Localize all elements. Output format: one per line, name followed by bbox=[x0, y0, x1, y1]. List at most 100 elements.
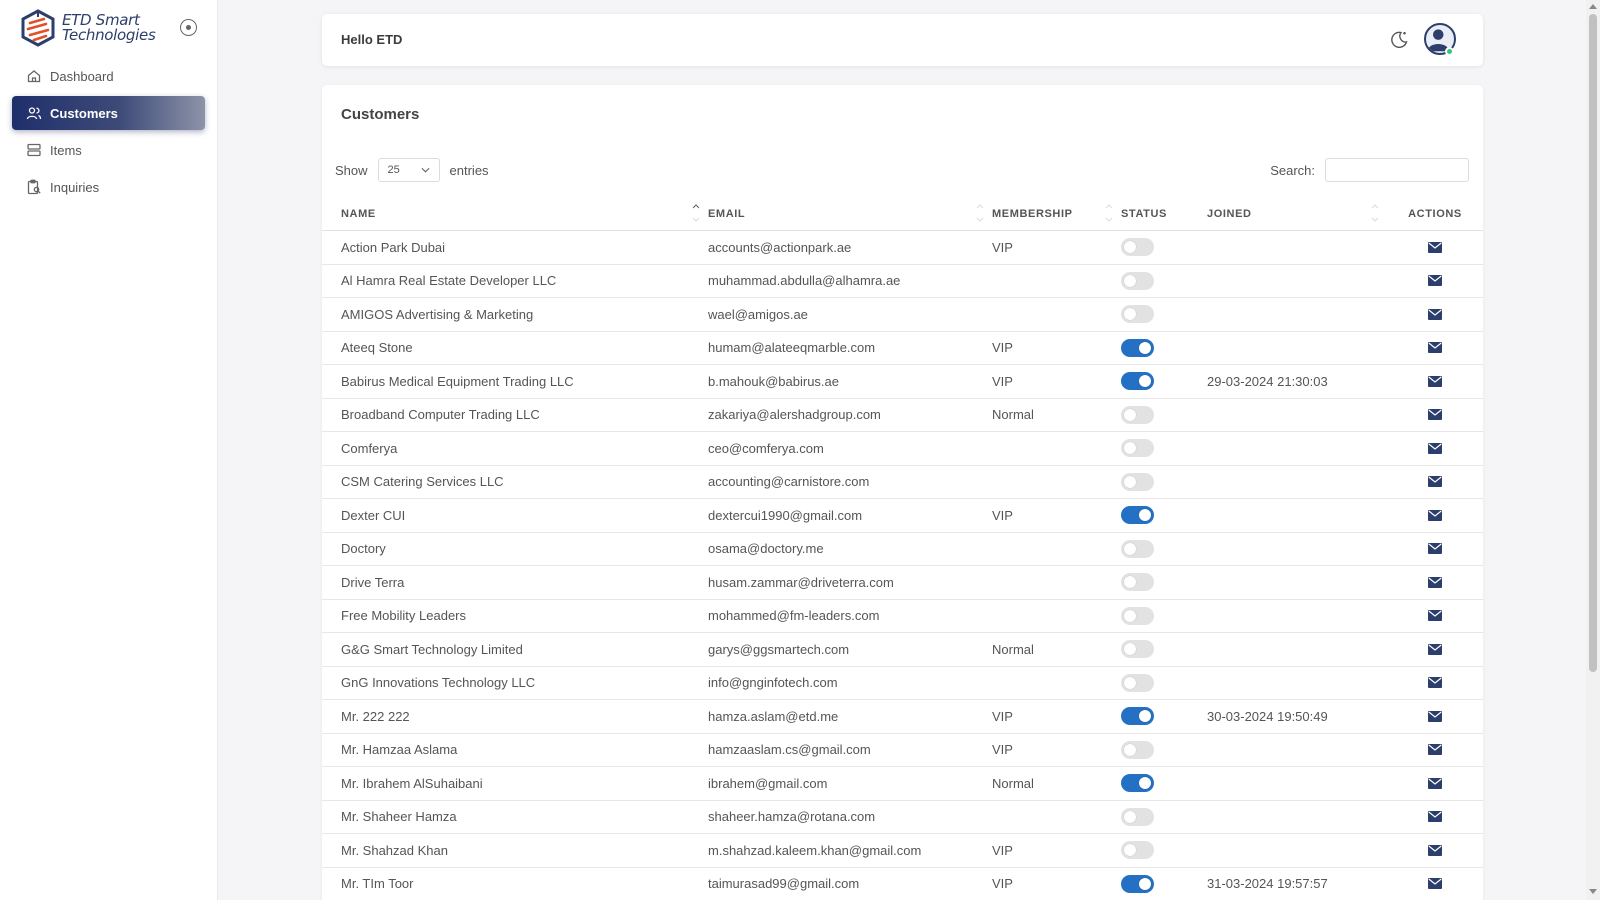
page-scrollbar[interactable] bbox=[1586, 0, 1600, 900]
sort-ascending-icon bbox=[692, 204, 700, 222]
status-toggle[interactable] bbox=[1121, 439, 1154, 458]
customer-name: Comferya bbox=[341, 440, 398, 456]
search-label: Search: bbox=[1270, 162, 1315, 178]
column-header-name[interactable]: NAME bbox=[322, 198, 708, 230]
mail-icon[interactable] bbox=[1428, 643, 1442, 655]
sidebar-collapse-icon[interactable] bbox=[180, 19, 197, 36]
brand-line-2: Technologies bbox=[62, 26, 156, 44]
customer-name: CSM Catering Services LLC bbox=[341, 474, 504, 490]
entries-select[interactable]: 25 bbox=[377, 158, 440, 182]
entries-label: entries bbox=[449, 162, 489, 178]
table-row: Mr. Shahzad Khan m.shahzad.kaleem.khan@gm… bbox=[322, 834, 1483, 868]
scrollbar-thumb[interactable] bbox=[1589, 14, 1597, 672]
table-row: AMIGOS Advertising & Marketing wael@amigo… bbox=[322, 298, 1483, 332]
sidebar: ETD Smart Technologies Dashboard Custome… bbox=[0, 0, 218, 900]
moon-icon[interactable] bbox=[1388, 29, 1410, 51]
customer-email: mohammed@fm-leaders.com bbox=[708, 608, 880, 624]
customer-email: b.mahouk@babirus.ae bbox=[708, 373, 839, 389]
customer-name: Al Hamra Real Estate Developer LLC bbox=[341, 273, 557, 289]
scroll-up-arrow-icon[interactable] bbox=[1589, 4, 1597, 9]
sidebar-item-customers[interactable]: Customers bbox=[12, 96, 205, 130]
status-toggle[interactable] bbox=[1121, 774, 1154, 793]
status-toggle[interactable] bbox=[1121, 673, 1154, 692]
customer-email: accounts@actionpark.ae bbox=[708, 239, 852, 255]
mail-icon[interactable] bbox=[1428, 878, 1442, 890]
status-toggle[interactable] bbox=[1121, 707, 1154, 726]
mail-icon[interactable] bbox=[1428, 710, 1442, 722]
status-cell bbox=[1121, 472, 1207, 491]
status-toggle[interactable] bbox=[1121, 506, 1154, 525]
customer-membership: Normal bbox=[992, 641, 1034, 657]
customer-membership: VIP bbox=[992, 239, 1013, 255]
mail-icon[interactable] bbox=[1428, 844, 1442, 856]
status-toggle[interactable] bbox=[1121, 874, 1154, 893]
search-input[interactable] bbox=[1325, 158, 1469, 182]
mail-icon[interactable] bbox=[1428, 409, 1442, 421]
mail-icon[interactable] bbox=[1428, 342, 1442, 354]
customer-email: m.shahzad.kaleem.khan@gmail.com bbox=[708, 842, 922, 858]
status-toggle[interactable] bbox=[1121, 640, 1154, 659]
scroll-down-arrow-icon[interactable] bbox=[1589, 889, 1597, 894]
status-toggle[interactable] bbox=[1121, 539, 1154, 558]
column-header-joined[interactable]: JOINED bbox=[1207, 198, 1387, 230]
status-toggle[interactable] bbox=[1121, 740, 1154, 759]
status-toggle[interactable] bbox=[1121, 238, 1154, 257]
status-toggle[interactable] bbox=[1121, 472, 1154, 491]
mail-icon[interactable] bbox=[1428, 509, 1442, 521]
sidebar-item-dashboard[interactable]: Dashboard bbox=[12, 59, 205, 93]
mail-icon[interactable] bbox=[1428, 308, 1442, 320]
customer-membership: Normal bbox=[992, 407, 1034, 423]
status-cell bbox=[1121, 807, 1207, 826]
mail-icon[interactable] bbox=[1428, 777, 1442, 789]
column-header-label: JOINED bbox=[1207, 208, 1252, 220]
sidebar-item-inquiries[interactable]: Inquiries bbox=[12, 170, 205, 204]
status-toggle[interactable] bbox=[1121, 807, 1154, 826]
sidebar-item-items[interactable]: Items bbox=[12, 133, 205, 167]
customer-name: Doctory bbox=[341, 541, 386, 557]
customer-email: taimurasad99@gmail.com bbox=[708, 876, 860, 892]
customer-membership: VIP bbox=[992, 340, 1013, 356]
status-toggle[interactable] bbox=[1121, 606, 1154, 625]
clipboard-search-icon bbox=[27, 179, 41, 195]
mail-icon[interactable] bbox=[1428, 442, 1442, 454]
customer-email: ceo@comferya.com bbox=[708, 440, 824, 456]
status-cell bbox=[1121, 271, 1207, 290]
mail-icon[interactable] bbox=[1428, 275, 1442, 287]
status-toggle[interactable] bbox=[1121, 338, 1154, 357]
customer-email: garys@ggsmartech.com bbox=[708, 641, 850, 657]
customers-card: Customers Show 25 entries Search: NAME E… bbox=[322, 85, 1483, 900]
table-row: CSM Catering Services LLC accounting@carn… bbox=[322, 466, 1483, 499]
status-toggle[interactable] bbox=[1121, 841, 1154, 860]
mail-icon[interactable] bbox=[1428, 610, 1442, 622]
mail-icon[interactable] bbox=[1428, 811, 1442, 823]
actions-cell bbox=[1387, 509, 1483, 521]
mail-icon[interactable] bbox=[1428, 476, 1442, 488]
status-toggle[interactable] bbox=[1121, 372, 1154, 391]
column-header-actions: ACTIONS bbox=[1387, 198, 1483, 230]
customer-membership: VIP bbox=[992, 842, 1013, 858]
table-row: Mr. 222 222 hamza.aslam@etd.me VIP 30-03-20… bbox=[322, 700, 1483, 734]
sidebar-nav: Dashboard Customers Items Inquiries bbox=[12, 59, 205, 207]
status-cell bbox=[1121, 439, 1207, 458]
actions-cell bbox=[1387, 576, 1483, 588]
mail-icon[interactable] bbox=[1428, 576, 1442, 588]
column-header-membership[interactable]: MEMBERSHIP bbox=[992, 198, 1121, 230]
sidebar-item-label: Inquiries bbox=[50, 179, 100, 195]
actions-cell bbox=[1387, 610, 1483, 622]
status-cell bbox=[1121, 338, 1207, 357]
table-row: Drive Terra husam.zammar@driveterra.com bbox=[322, 566, 1483, 600]
column-header-email[interactable]: EMAIL bbox=[708, 198, 992, 230]
mail-icon[interactable] bbox=[1428, 375, 1442, 387]
customer-email: hamzaaslam.cs@gmail.com bbox=[708, 742, 871, 758]
status-toggle[interactable] bbox=[1121, 271, 1154, 290]
actions-cell bbox=[1387, 811, 1483, 823]
mail-icon[interactable] bbox=[1428, 744, 1442, 756]
mail-icon[interactable] bbox=[1428, 543, 1442, 555]
status-toggle[interactable] bbox=[1121, 305, 1154, 324]
mail-icon[interactable] bbox=[1428, 677, 1442, 689]
show-label: Show bbox=[335, 162, 368, 178]
status-toggle[interactable] bbox=[1121, 573, 1154, 592]
customer-joined: 29-03-2024 21:30:03 bbox=[1207, 373, 1328, 389]
mail-icon[interactable] bbox=[1428, 241, 1442, 253]
status-toggle[interactable] bbox=[1121, 405, 1154, 424]
